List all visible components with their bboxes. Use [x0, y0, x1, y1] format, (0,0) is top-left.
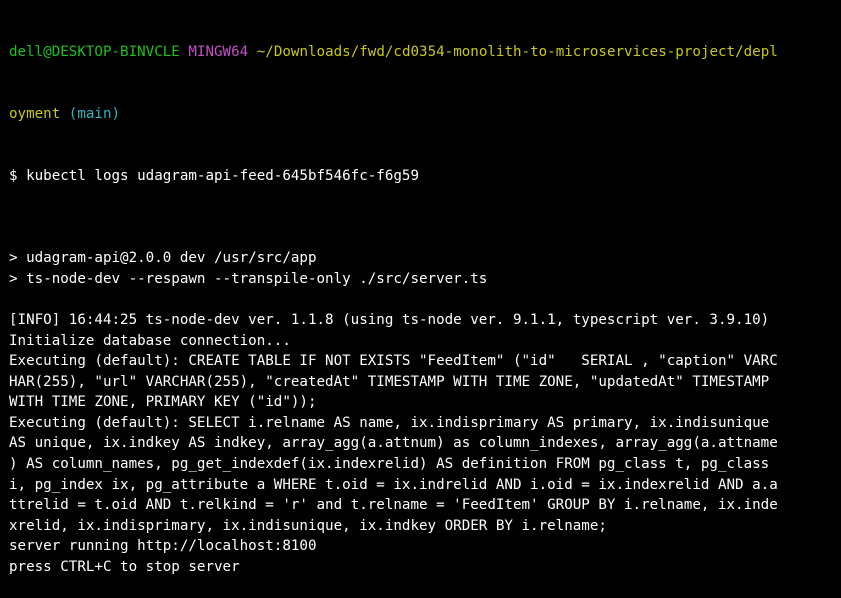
- output-line: > ts-node-dev --respawn --transpile-only…: [9, 270, 488, 287]
- command-output: > udagram-api@2.0.0 dev /usr/src/app > ts…: [9, 228, 841, 578]
- output-line: xrelid, ix.indisprimary, ix.indisunique,…: [9, 517, 607, 534]
- command-line[interactable]: $ kubectl logs udagram-api-feed-645bf546…: [9, 166, 841, 187]
- prompt-path: ~/Downloads/fwd/cd0354-monolith-to-micro…: [256, 44, 778, 61]
- prompt-line-1: dell@DESKTOP-BINVCLE MINGW64 ~/Downloads…: [9, 42, 841, 63]
- output-line: HAR(255), "url" VARCHAR(255), "createdAt…: [9, 373, 770, 390]
- output-line: AS unique, ix.indkey AS indkey, array_ag…: [9, 435, 778, 452]
- output-line: ttrelid = t.oid AND t.relkind = 'r' and …: [9, 497, 778, 514]
- output-line: ) AS column_names, pg_get_indexdef(ix.in…: [9, 456, 770, 473]
- prompt-git-branch: (main): [68, 105, 121, 122]
- prompt-line-2: oyment (main): [9, 104, 841, 125]
- terminal-window[interactable]: dell@DESKTOP-BINVCLE MINGW64 ~/Downloads…: [0, 0, 841, 575]
- output-line: i, pg_index ix, pg_attribute a WHERE t.o…: [9, 476, 778, 493]
- output-line: Executing (default): CREATE TABLE IF NOT…: [9, 353, 778, 370]
- prompt-path-continued: oyment: [9, 105, 61, 122]
- output-line: Initialize database connection...: [9, 332, 291, 349]
- command-text[interactable]: kubectl logs udagram-api-feed-645bf546fc…: [26, 168, 419, 184]
- prompt-user-host: dell@DESKTOP-BINVCLE: [9, 44, 180, 61]
- output-line: Executing (default): SELECT i.relname AS…: [9, 414, 770, 431]
- prompt-symbol: $: [9, 167, 18, 184]
- output-line: WITH TIME ZONE, PRIMARY KEY ("id"));: [9, 394, 317, 411]
- prompt-shell-name: MINGW64: [188, 44, 249, 61]
- output-line: > udagram-api@2.0.0 dev /usr/src/app: [9, 250, 317, 267]
- output-line: press CTRL+C to stop server: [9, 559, 240, 576]
- output-line: server running http://localhost:8100: [9, 538, 317, 555]
- output-line: [INFO] 16:44:25 ts-node-dev ver. 1.1.8 (…: [9, 311, 770, 328]
